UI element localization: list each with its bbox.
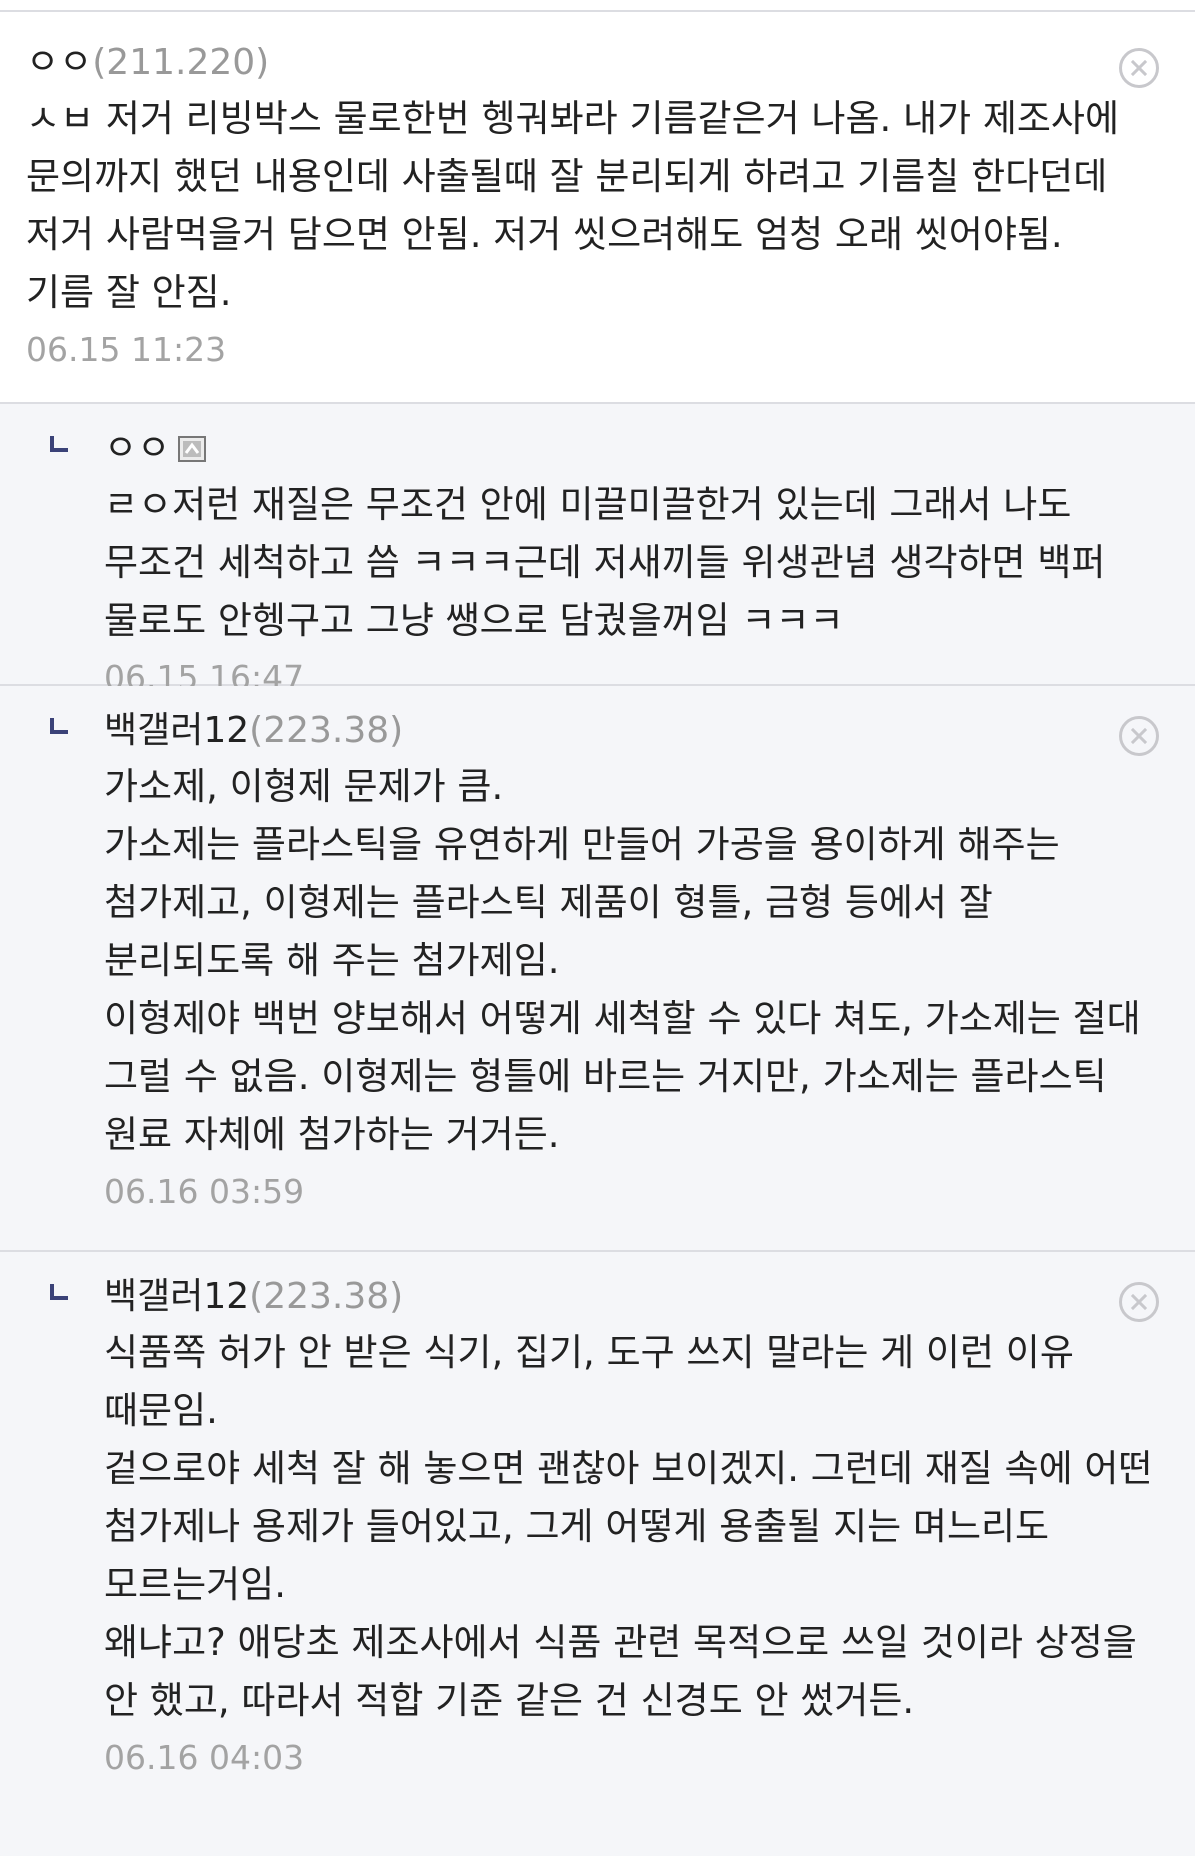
comment-body: ㅅㅂ 저거 리빙박스 물로한번 헹궈봐라 기름같은거 나옴. 내가 제조사에 문… <box>26 90 1135 322</box>
comment-header: 백갤러12(223.38) <box>104 1274 1165 1324</box>
comment-text: ㄹㅇ저런 재질은 무조건 안에 미끌미끌한거 있는데 그래서 나도 무조건 세척… <box>104 483 1106 642</box>
reply-arrow-icon <box>50 1284 68 1300</box>
comment-text: 이형제야 백번 양보해서 어떻게 세척할 수 있다 쳐도, 가소제는 절대 그럴… <box>104 997 1141 1156</box>
comment-body: 식품쪽 허가 안 받은 식기, 집기, 도구 쓰지 말라는 게 이런 이유 때문… <box>104 1324 1165 1730</box>
comment-text: 식품쪽 허가 안 받은 식기, 집기, 도구 쓰지 말라는 게 이런 이유 때문… <box>104 1331 1074 1432</box>
comment-body: ㄹㅇ저런 재질은 무조건 안에 미끌미끌한거 있는데 그래서 나도 무조건 세척… <box>104 476 1165 650</box>
comment-ip: (211.220) <box>92 42 270 83</box>
comment-ip: (223.38) <box>249 710 404 751</box>
comment-nick[interactable]: 백갤러12 <box>104 1276 249 1317</box>
comment-ip: (223.38) <box>249 1276 404 1317</box>
delete-icon[interactable] <box>1119 48 1159 88</box>
comment-nick[interactable]: ㅇㅇ <box>26 42 92 83</box>
comment-nick[interactable]: 백갤러12 <box>104 710 249 751</box>
gonick-icon <box>178 428 207 462</box>
comment-header: ㅇㅇ(211.220) <box>26 40 1135 90</box>
top-divider <box>0 0 1195 12</box>
comment-header: 백갤러12(223.38) <box>104 708 1165 758</box>
delete-icon[interactable] <box>1119 716 1159 756</box>
comment-text: 겉으로야 세척 잘 해 놓으면 괜찮아 보이겠지. 그런데 재질 속에 어떤 첨… <box>104 1447 1153 1606</box>
comment-time: 06.16 04:03 <box>104 1738 305 1777</box>
reply-arrow-icon <box>50 718 68 734</box>
comment-text: 가소제는 플라스틱을 유연하게 만들어 가공을 용이하게 해주는 첨가제고, 이… <box>104 823 1060 982</box>
comment-time: 06.16 03:59 <box>104 1172 305 1211</box>
reply-arrow-icon <box>50 436 68 452</box>
comment: ㅇㅇ(211.220) ㅅㅂ 저거 리빙박스 물로한번 헹궈봐라 기름같은거 나… <box>0 12 1195 404</box>
comment-nick[interactable]: ㅇㅇ <box>104 428 170 469</box>
reply-comment: 백갤러12(223.38) 가소제, 이형제 문제가 큼. 가소제는 플라스틱을… <box>0 686 1195 1252</box>
comment-time: 06.15 11:23 <box>26 330 227 369</box>
delete-icon[interactable] <box>1119 1282 1159 1322</box>
comment-text: ㅅㅂ 저거 리빙박스 물로한번 헹궈봐라 기름같은거 나옴. 내가 제조사에 문… <box>26 97 1120 314</box>
comment-text: 왜냐고? 애당초 제조사에서 식품 관련 목적으로 쓰일 것이라 상정을 안 했… <box>104 1621 1137 1722</box>
comment-text: 가소제, 이형제 문제가 큼. <box>104 765 504 808</box>
comment-header: ㅇㅇ <box>104 426 1165 476</box>
reply-comment: 백갤러12(223.38) 식품쪽 허가 안 받은 식기, 집기, 도구 쓰지 … <box>0 1252 1195 1856</box>
comment-body: 가소제, 이형제 문제가 큼. 가소제는 플라스틱을 유연하게 만들어 가공을 … <box>104 758 1165 1164</box>
reply-comment: ㅇㅇ ㄹㅇ저런 재질은 무조건 안에 미끌미끌한거 있는데 그래서 나도 무조건… <box>0 404 1195 697</box>
